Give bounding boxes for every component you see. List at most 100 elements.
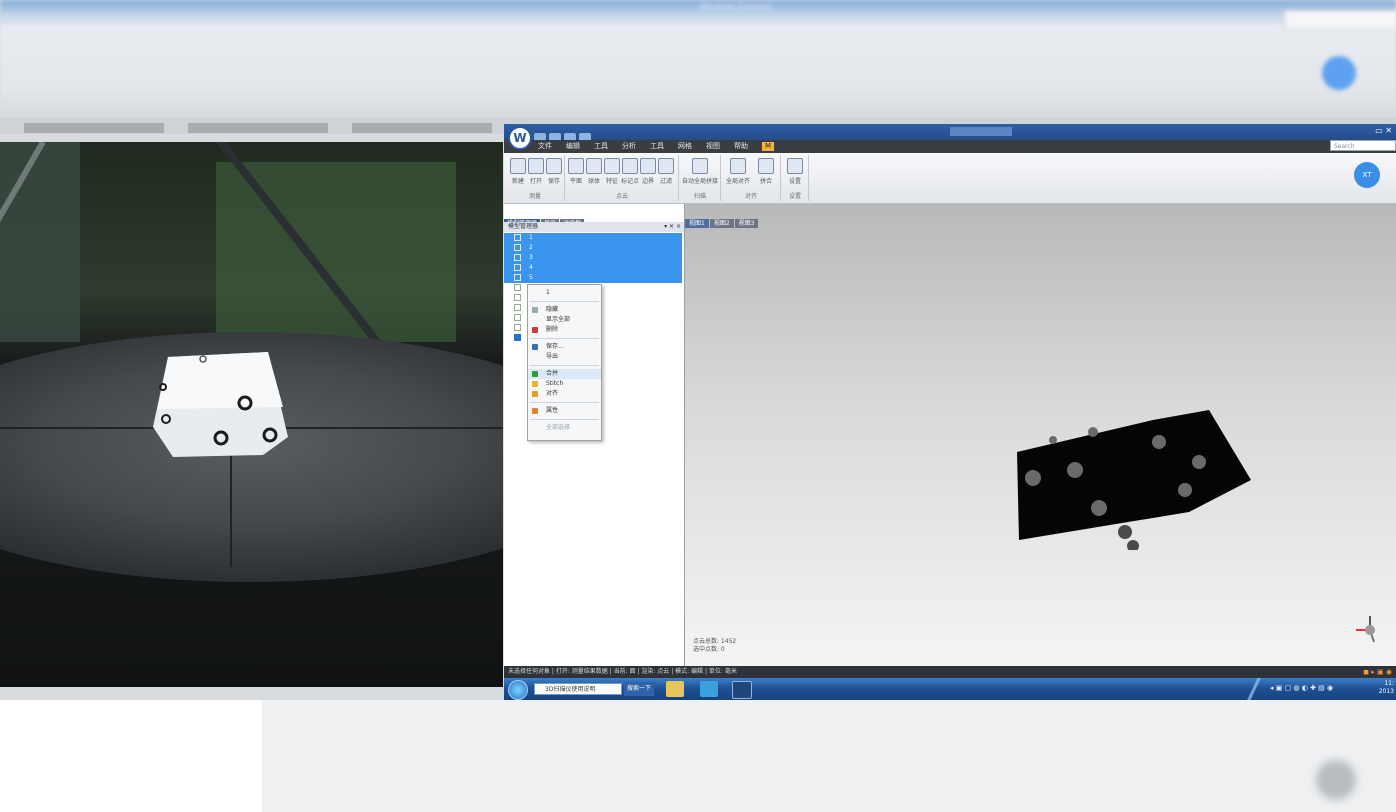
tree-item-selected[interactable]: 4 [504, 263, 682, 273]
checkbox[interactable] [514, 254, 521, 261]
menu-item[interactable]: 帮助 [734, 142, 748, 151]
menu-separator [530, 338, 599, 339]
stitch-icon [532, 381, 538, 387]
ribbon-button[interactable]: 标记点 [620, 158, 640, 185]
context-menu-item-properties[interactable]: 属性 [528, 406, 601, 416]
ribbon-button[interactable]: 设置 [785, 158, 805, 185]
ribbon-button[interactable]: 保存 [544, 158, 564, 185]
context-menu-item-select-all: 全部选择 [546, 424, 571, 431]
system-tray: ◂ ▣ ▢ ◍ ◐ ✚ ▤ ◉ 11: 2013 [1246, 678, 1396, 700]
checkbox[interactable] [514, 264, 521, 271]
feature-icon [604, 158, 620, 174]
menu-separator [530, 301, 599, 302]
taskbar: 3D扫描仪使用说明 搜索一下 ◂ ▣ ▢ ◍ ◐ ✚ ▤ ◉ 11: 2013 [504, 678, 1396, 700]
panel-header-controls[interactable]: ▾ ✕ × [664, 222, 681, 232]
checkbox[interactable] [514, 304, 521, 311]
context-menu-item-hide[interactable]: 隐藏 [528, 305, 601, 315]
ribbon-button[interactable]: 边界 [638, 158, 658, 185]
ribbon-button[interactable]: 打开 [526, 158, 546, 185]
ribbon-button[interactable]: 球体 [584, 158, 604, 185]
clock[interactable]: 11: 2013 [1379, 680, 1394, 696]
filter-icon [658, 158, 674, 174]
properties-icon [532, 408, 538, 414]
folder-icon[interactable] [666, 681, 684, 697]
help-search-input[interactable]: Search [1330, 140, 1396, 151]
scanned-part [153, 352, 288, 457]
ribbon-group-label: 测量 [528, 193, 541, 200]
context-menu-item-merge[interactable]: 合并 [528, 369, 601, 379]
boundary-icon [640, 158, 656, 174]
scanner-app-taskbar-icon[interactable] [732, 681, 752, 699]
checkbox[interactable] [514, 284, 521, 291]
ribbon-button[interactable]: 特征 [602, 158, 622, 185]
point-cloud-scan[interactable] [1013, 400, 1253, 550]
taskbar-search-input[interactable]: 3D扫描仪使用说明 [534, 683, 622, 695]
background-bottom-area [0, 700, 1396, 812]
hide-icon [532, 307, 538, 313]
checkbox[interactable] [514, 324, 521, 331]
context-menu-item-delete[interactable]: 删除 [528, 325, 601, 335]
viewport-tab[interactable]: 视图1 [685, 219, 709, 228]
app-logo-button[interactable]: W [508, 126, 532, 150]
background-search-box [1284, 10, 1396, 30]
status-bar: 未选择任何对象 | 打开: 测量结果数据 | 当前: 面 | 渲染: 点云 | … [504, 666, 1396, 678]
ribbon-button[interactable]: 全局对齐 [724, 158, 752, 185]
menu-item[interactable]: 网格 [678, 142, 692, 151]
plane-icon [568, 158, 584, 174]
panel-header: 模型管理器 ▾ ✕ × [504, 222, 684, 232]
viewport-status: 点云总数: 1452 选中点数: 0 [693, 638, 737, 653]
context-menu-item-show-all[interactable]: 显示全部 [528, 315, 601, 325]
ribbon-group-settings: 设置 设置 [782, 155, 809, 201]
checkbox[interactable] [514, 274, 521, 281]
ribbon-group-label: 对齐 [744, 193, 757, 200]
app-title-text [950, 127, 1012, 136]
tree-item-selected[interactable]: 3 [504, 253, 682, 263]
window-controls[interactable]: ▭ ✕ [1375, 126, 1392, 135]
3d-viewport[interactable]: 视图1 视图2 视图3 点云总数: 1452 选中点数: 0 [685, 204, 1396, 666]
merge-icon [758, 158, 774, 174]
ribbon-button[interactable]: 平面 [566, 158, 586, 185]
checkbox[interactable] [514, 314, 521, 321]
context-menu-item-stitch[interactable]: Stitch [528, 379, 601, 389]
status-icons[interactable]: ◼ ▸ ▣ ◉ [1363, 666, 1392, 678]
checkbox[interactable] [514, 244, 521, 251]
menu-item[interactable]: 视图 [706, 142, 720, 151]
viewport-tab[interactable]: 视图3 [734, 219, 759, 228]
menu-item[interactable]: 工具 [650, 142, 664, 151]
open-icon [528, 158, 544, 174]
tray-icons[interactable]: ◂ ▣ ▢ ◍ ◐ ✚ ▤ ◉ [1270, 684, 1333, 692]
tree-item-selected[interactable]: 5 [504, 273, 682, 283]
tree-item-selected[interactable]: 2 [504, 243, 682, 253]
checkbox[interactable] [514, 234, 521, 241]
ribbon-button[interactable]: 过滤 [656, 158, 676, 185]
ribbon-button[interactable]: 拼合 [756, 158, 776, 185]
checkbox[interactable] [514, 294, 521, 301]
ribbon-button[interactable]: 自动全局拼接 [682, 158, 718, 185]
menu-item[interactable]: 文件 [538, 142, 552, 151]
taskbar-search-button[interactable]: 搜索一下 [624, 682, 655, 696]
menu-item[interactable]: 编辑 [566, 142, 580, 151]
menu-item-active[interactable]: M [762, 142, 775, 151]
ribbon-button[interactable]: 新建 [508, 158, 528, 185]
checkbox[interactable] [514, 334, 521, 341]
menu-item[interactable]: 分析 [622, 142, 636, 151]
folder-icon [532, 391, 538, 397]
browser-icon[interactable] [700, 681, 718, 697]
ribbon-group-label: 点云 [615, 193, 628, 200]
context-menu-item-export[interactable]: 导出 [528, 352, 601, 362]
background-round-icon [1322, 56, 1356, 90]
tree-item-selected[interactable]: 1 [504, 233, 682, 243]
marker-icon [622, 158, 638, 174]
start-button[interactable] [508, 680, 528, 700]
ribbon-status-badge[interactable]: XT [1354, 162, 1380, 188]
settings-icon [787, 158, 803, 174]
context-menu-item-align[interactable]: 对齐 [528, 389, 601, 399]
quick-access-toolbar[interactable] [534, 127, 594, 142]
context-menu-item[interactable]: 1 [528, 288, 601, 298]
context-menu-item-save[interactable]: 保存... [528, 342, 601, 352]
menu-separator [530, 365, 599, 366]
ribbon-group-pointcloud: 平面 球体 特征 标记点 边界 过滤 点云 [566, 155, 679, 201]
viewport-tabs: 视图1 视图2 视图3 [685, 210, 759, 228]
viewport-tab[interactable]: 视图2 [709, 219, 734, 228]
menu-item[interactable]: 工具 [594, 142, 608, 151]
